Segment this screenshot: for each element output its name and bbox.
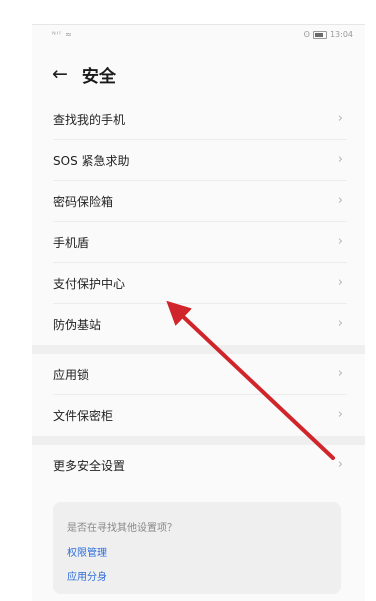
annotation-arrow-icon bbox=[166, 300, 335, 460]
